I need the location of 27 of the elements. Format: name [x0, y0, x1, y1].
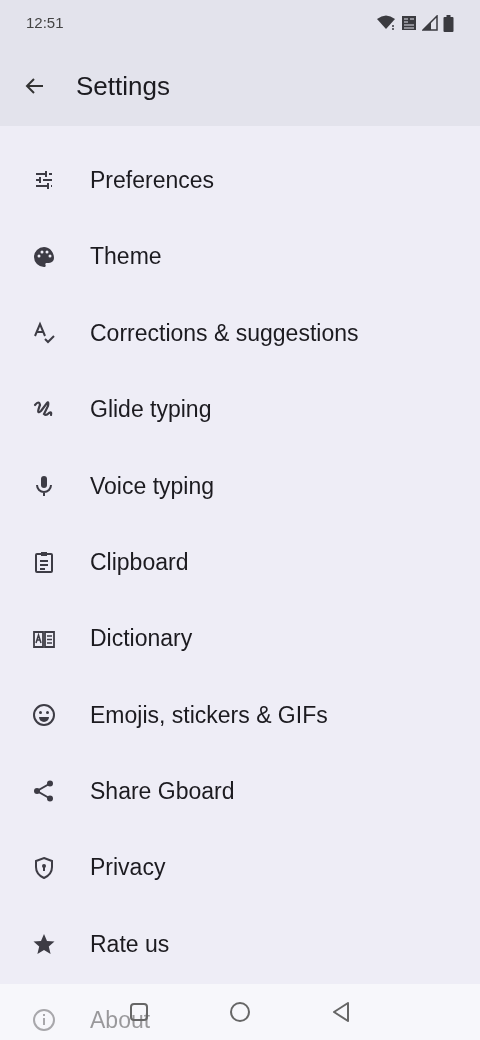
share-icon: [32, 779, 56, 804]
back-nav-button[interactable]: [331, 1001, 351, 1023]
settings-item[interactable]: Preferences: [90, 162, 214, 198]
settings-item[interactable]: Rate us: [90, 926, 170, 962]
status-time: 12:51: [26, 12, 64, 33]
settings-item[interactable]: Voice typing: [90, 468, 215, 503]
settings-item[interactable]: Share Gboard: [90, 774, 235, 809]
spellcheck-icon: [32, 320, 56, 345]
star-icon: [32, 932, 56, 957]
settings-item[interactable]: Theme: [90, 239, 162, 274]
clipboard-icon: [32, 550, 56, 575]
settings-item[interactable]: Privacy: [90, 850, 166, 885]
home-button[interactable]: [229, 1001, 251, 1023]
settings-item[interactable]: Corrections & suggestions: [90, 315, 359, 351]
settings-item[interactable]: Clipboard: [90, 544, 189, 580]
volte-icon: [401, 15, 417, 31]
settings-item[interactable]: Emojis, stickers & GIFs: [90, 697, 328, 733]
wifi-icon: [376, 15, 396, 31]
battery-icon: [443, 14, 454, 32]
signal-icon: [422, 15, 438, 31]
settings-item[interactable]: Dictionary: [90, 621, 193, 656]
info-icon: [32, 1008, 56, 1033]
smiley-icon: [32, 702, 56, 727]
screen-title: Settings: [76, 69, 170, 103]
palette-icon: [32, 244, 56, 269]
settings-item[interactable]: Glide typing: [90, 392, 212, 427]
shield-icon: [32, 855, 56, 880]
